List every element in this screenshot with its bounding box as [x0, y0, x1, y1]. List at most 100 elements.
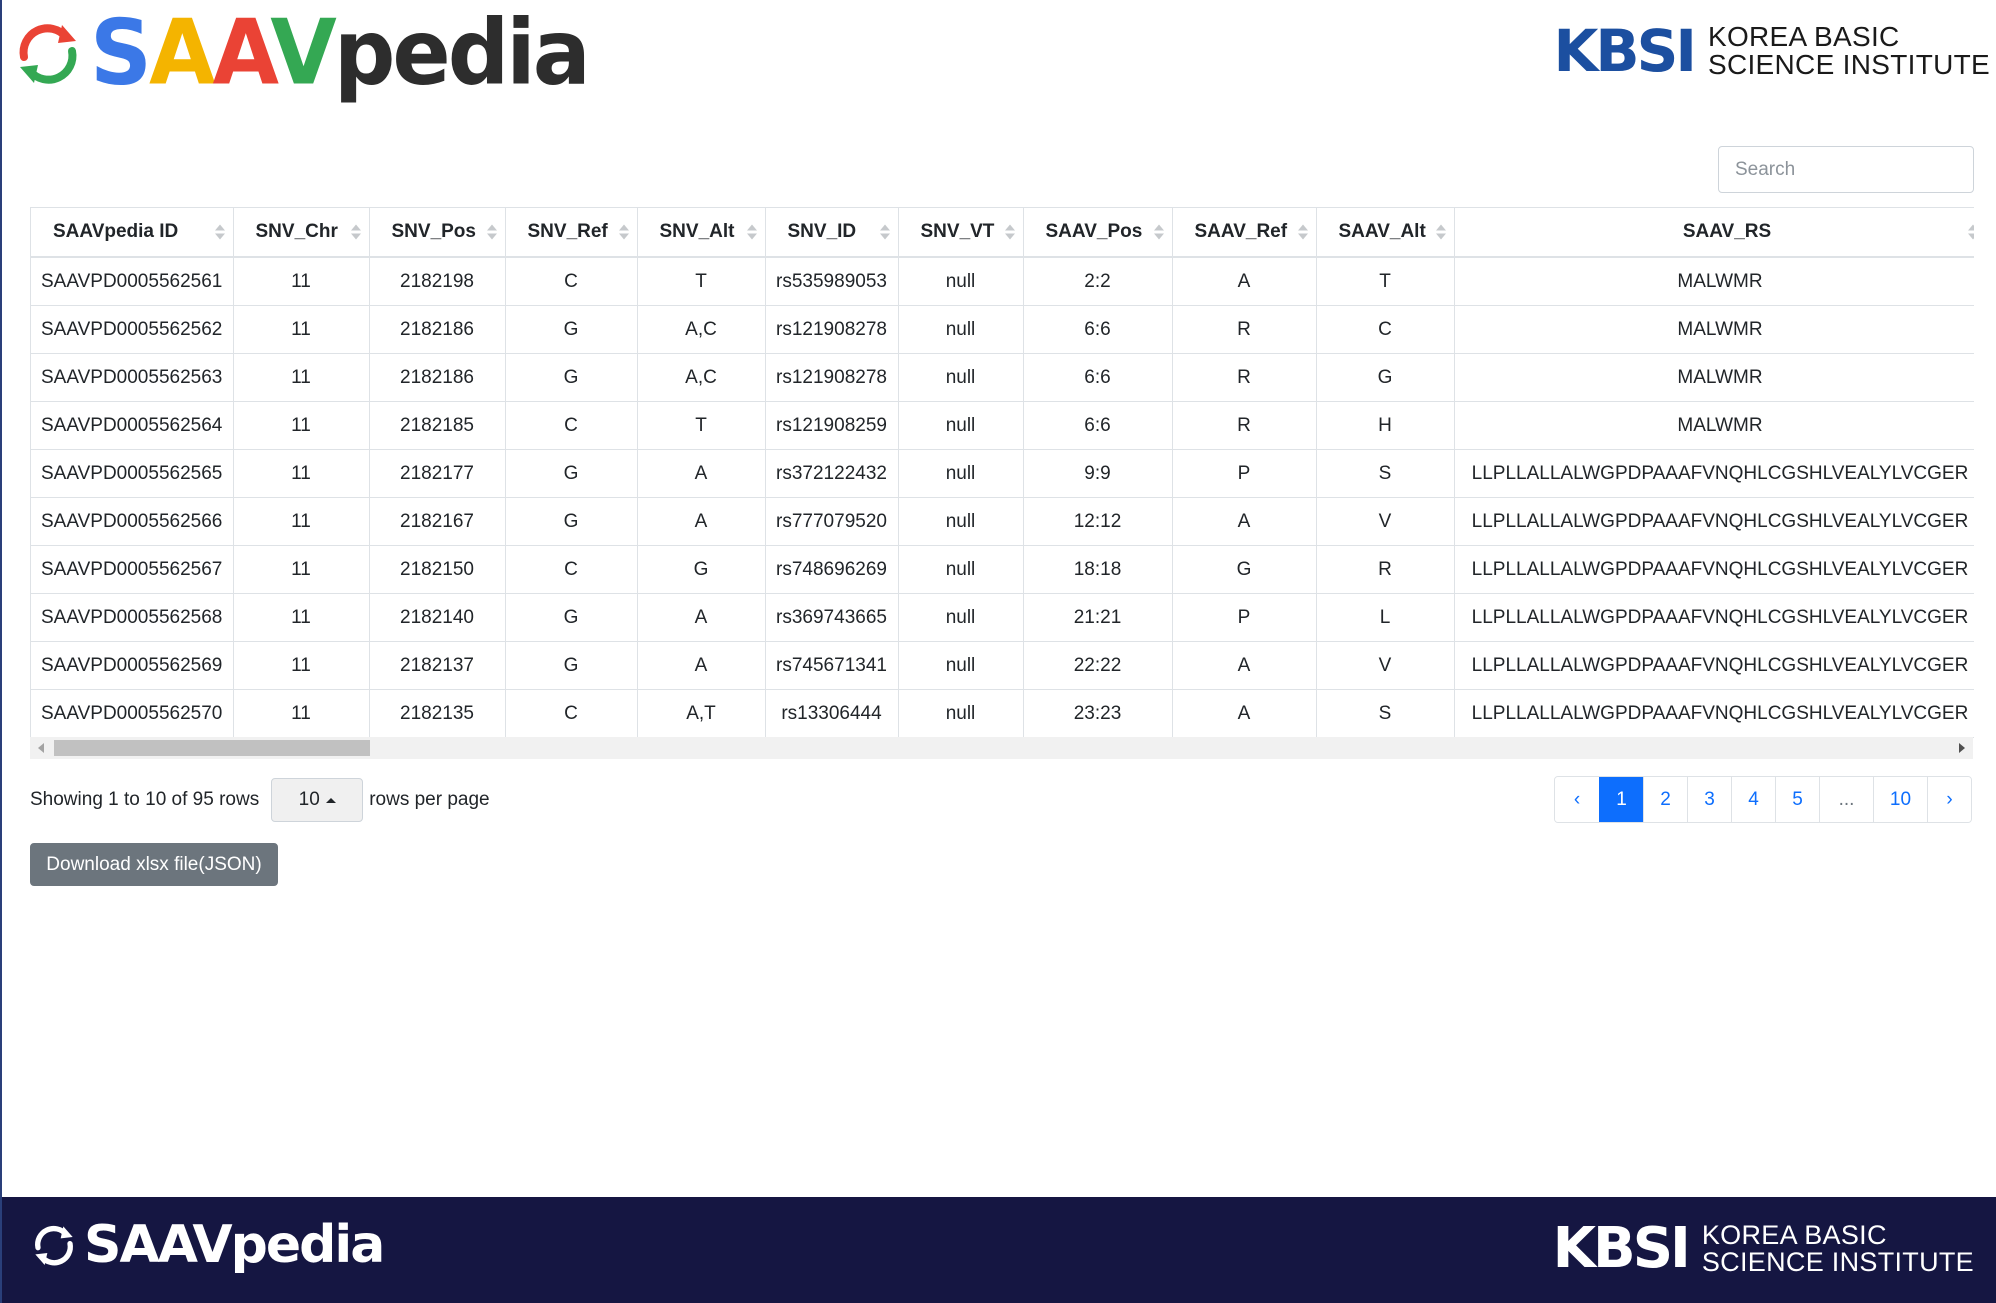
- pagination-info: Showing 1 to 10 of 95 rows 10 rows per p…: [30, 777, 490, 823]
- table-row[interactable]: SAAVPD0005562563 11 2182186 G A,C rs121908278…: [31, 353, 1974, 402]
- page-size-value: 10: [298, 789, 320, 810]
- table-row[interactable]: SAAVPD0005562565 11 2182177 G Ars372122432 nu…: [31, 449, 1974, 498]
- page-button-4[interactable]: 4: [1731, 777, 1775, 822]
- page-button-5[interactable]: 5: [1775, 777, 1819, 822]
- table-cell: SAAVPD0005562561: [31, 257, 234, 306]
- page-button-1[interactable]: 1: [1599, 777, 1643, 822]
- table-row[interactable]: SAAVPD0005562562 11 2182186 G A,C rs121908278…: [31, 305, 1974, 354]
- column-header-snv-pos[interactable]: SNV_Pos: [369, 207, 506, 258]
- column-header-label: SNV_ID: [787, 221, 857, 242]
- sort-arrows-icon[interactable]: [214, 224, 225, 240]
- table-row[interactable]: SAAVPD0005562567 11 2182150 C Grs748696269 nu…: [31, 545, 1974, 594]
- column-header-saav-rs[interactable]: SAAV_RS: [1454, 207, 1974, 258]
- table-cell: 11: [233, 641, 370, 690]
- table-cell: null: [898, 305, 1024, 354]
- table-cell: 22:22: [1023, 641, 1173, 690]
- table-cell: 11: [233, 401, 370, 450]
- footer-kbsi-name: KOREA BASIC SCIENCE INSTITUTE: [1702, 1222, 1974, 1276]
- table-cell: 11: [233, 449, 370, 498]
- table-cell: T: [637, 401, 766, 450]
- site-logo[interactable]: SAAVpedia: [12, 8, 591, 98]
- search-input[interactable]: [1718, 146, 1974, 193]
- table-cell: 6:6: [1023, 353, 1173, 402]
- table-cell: A: [637, 497, 766, 546]
- table-row[interactable]: SAAVPD0005562566 11 2182167 G Ars777079520 nu…: [31, 497, 1974, 546]
- table-cell: 11: [233, 353, 370, 402]
- download-xlsx-button[interactable]: Download xlsx file(JSON): [30, 843, 278, 886]
- scrollbar-thumb[interactable]: [54, 740, 370, 756]
- column-header-snv-alt[interactable]: SNV_Alt: [637, 207, 766, 258]
- table-cell: LLPLLALLALWGPDPAAAFVNQHLCGSHLVEALYLVCGER: [1454, 449, 1974, 498]
- table-cell: LLPLLALLALWGPDPAAAFVNQHLCGSHLVEALYLVCGER: [1454, 497, 1974, 546]
- results-table: SAAVpedia ID SNV_Chr SNV_Pos SNV_Ref SNV_Alt…: [31, 207, 1974, 738]
- table-cell: 11: [233, 593, 370, 642]
- sort-arrows-icon[interactable]: [350, 224, 361, 240]
- caret-up-icon: [325, 797, 336, 803]
- column-header-saav-pos[interactable]: SAAV_Pos: [1023, 207, 1173, 258]
- table-cell: A: [1172, 257, 1317, 306]
- table-cell: 2182167: [369, 497, 506, 546]
- page-button-10[interactable]: 10: [1873, 777, 1927, 822]
- table-cell: H: [1316, 401, 1455, 450]
- table-cell: 2182185: [369, 401, 506, 450]
- sort-arrows-icon[interactable]: [1297, 224, 1308, 240]
- column-header-snv-id[interactable]: SNV_ID: [765, 207, 899, 258]
- sort-arrows-icon[interactable]: [618, 224, 629, 240]
- rows-per-page-label: rows per page: [369, 789, 490, 810]
- column-header-snv-ref[interactable]: SNV_Ref: [505, 207, 638, 258]
- page-size-dropdown[interactable]: 10: [271, 778, 364, 822]
- table-cell: null: [898, 449, 1024, 498]
- table-cell: LLPLLALLALWGPDPAAAFVNQHLCGSHLVEALYLVCGER: [1454, 689, 1974, 738]
- table-cell: 2182186: [369, 353, 506, 402]
- column-header-label: SAAV_RS: [1682, 221, 1772, 242]
- table-cell: MALWMR: [1454, 353, 1974, 402]
- table-cell: 9:9: [1023, 449, 1173, 498]
- table-cell: 23:23: [1023, 689, 1173, 738]
- table-cell: V: [1316, 641, 1455, 690]
- table-cell: rs13306444: [765, 689, 899, 738]
- footer-kbsi-logo[interactable]: KBSI KOREA BASIC SCIENCE INSTITUTE: [1553, 1221, 1974, 1277]
- horizontal-scrollbar[interactable]: [30, 737, 1973, 759]
- footer-logo[interactable]: SAAVpedia: [30, 1219, 385, 1271]
- sort-arrows-icon[interactable]: [1004, 224, 1015, 240]
- sort-arrows-icon[interactable]: [1967, 224, 1974, 240]
- column-header-saav-ref[interactable]: SAAV_Ref: [1172, 207, 1317, 258]
- table-row[interactable]: SAAVPD0005562568 11 2182140 G Ars369743665 nu…: [31, 593, 1974, 642]
- sort-arrows-icon[interactable]: [879, 224, 890, 240]
- table-cell: rs777079520: [765, 497, 899, 546]
- table-cell: R: [1172, 353, 1317, 402]
- kbsi-logo[interactable]: KBSI KOREA BASIC SCIENCE INSTITUTE: [1553, 22, 1990, 80]
- table-cell: A: [1172, 641, 1317, 690]
- table-cell: 2182186: [369, 305, 506, 354]
- table-cell: 18:18: [1023, 545, 1173, 594]
- scroll-left-icon[interactable]: [38, 743, 44, 753]
- table-cell: C: [505, 401, 638, 450]
- sort-arrows-icon[interactable]: [746, 224, 757, 240]
- column-header-saavpedia-id[interactable]: SAAVpedia ID: [31, 207, 234, 258]
- table-row[interactable]: SAAVPD0005562570 11 2182135 C A,T rs13306444 n…: [31, 689, 1974, 738]
- table-cell: C: [1316, 305, 1455, 354]
- table-cell: 2182150: [369, 545, 506, 594]
- page-next-button[interactable]: ›: [1927, 777, 1971, 822]
- page-button-2[interactable]: 2: [1643, 777, 1687, 822]
- sort-arrows-icon[interactable]: [486, 224, 497, 240]
- column-header-label: SNV_VT: [920, 221, 995, 242]
- sort-arrows-icon[interactable]: [1153, 224, 1164, 240]
- table-cell: G: [505, 641, 638, 690]
- table-cell: A,C: [637, 353, 766, 402]
- table-cell: A,T: [637, 689, 766, 738]
- scroll-right-icon[interactable]: [1959, 743, 1965, 753]
- table-cell: T: [637, 257, 766, 306]
- table-row[interactable]: SAAVPD0005562564 11 2182185 C Trs121908259 nu…: [31, 401, 1974, 450]
- column-header-snv-chr[interactable]: SNV_Chr: [233, 207, 370, 258]
- table-cell: rs369743665: [765, 593, 899, 642]
- table-cell: SAAVPD0005562564: [31, 401, 234, 450]
- column-header-snv-vt[interactable]: SNV_VT: [898, 207, 1024, 258]
- sort-arrows-icon[interactable]: [1435, 224, 1446, 240]
- page-button-3[interactable]: 3: [1687, 777, 1731, 822]
- table-row[interactable]: SAAVPD0005562561 11 2182198 C Trs535989053 nu…: [31, 257, 1974, 306]
- page-prev-button[interactable]: ‹: [1555, 777, 1599, 822]
- table-row[interactable]: SAAVPD0005562569 11 2182137 G Ars745671341 nu…: [31, 641, 1974, 690]
- refresh-arrows-icon: [19, 24, 77, 84]
- column-header-saav-alt[interactable]: SAAV_Alt: [1316, 207, 1455, 258]
